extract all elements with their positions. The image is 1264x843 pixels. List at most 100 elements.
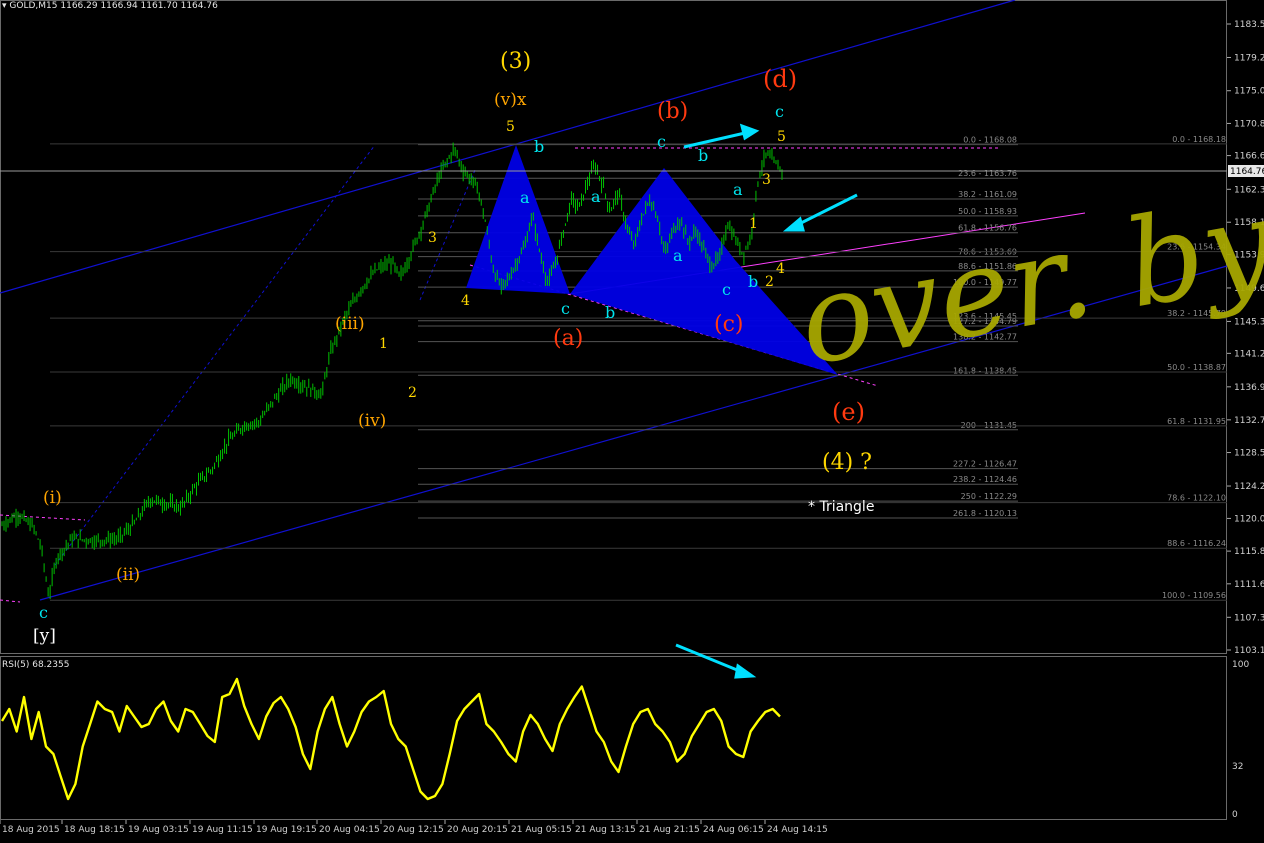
time-tick-label: 21 Aug 13:15 xyxy=(575,825,636,835)
wave-3-right: 3 xyxy=(762,172,771,188)
fib-level-label: 238.2 - 1124.46 xyxy=(953,475,1017,484)
price-axis: 1183.571179.271175.001170.801166.671162.… xyxy=(1227,20,1264,656)
wave-4: (4) ? xyxy=(822,450,872,475)
fib-level-label: 50.0 - 1138.87 xyxy=(1167,363,1226,372)
chart-header: ▾ GOLD,M15 1166.29 1166.94 1161.70 1164.… xyxy=(2,1,218,11)
wave-5-right: 5 xyxy=(777,129,786,145)
price-tick-label: 1166.67 xyxy=(1234,152,1264,162)
price-tick-label: 1136.97 xyxy=(1234,383,1264,393)
wave-1-right: 1 xyxy=(749,216,758,232)
fib-level-label: 0.0 - 1168.18 xyxy=(1172,135,1226,144)
time-tick-label: 20 Aug 12:15 xyxy=(383,825,444,835)
time-tick-label: 19 Aug 19:15 xyxy=(256,825,317,835)
time-tick-label: 18 Aug 2015 xyxy=(2,825,60,835)
fib-level-label: 78.6 - 1122.10 xyxy=(1167,494,1226,503)
fib-level-label: 161.8 - 1138.45 xyxy=(953,366,1017,375)
time-axis: 18 Aug 2015 18 Aug 18:15 19 Aug 03:15 19 Au… xyxy=(0,820,828,835)
wave-c-mid: c xyxy=(657,132,666,151)
header-marker-icon: ▾ xyxy=(2,1,7,11)
fib-level-label: 261.8 - 1120.13 xyxy=(953,509,1017,518)
overlay-handwritten-text: over. by xyxy=(789,173,1264,393)
wave-ii: (ii) xyxy=(116,565,140,585)
time-tick-label: 20 Aug 20:15 xyxy=(447,825,508,835)
fib-level-label: 88.6 - 1116.24 xyxy=(1167,539,1226,548)
wave-a-big: (a) xyxy=(553,326,583,351)
wave-a-1: a xyxy=(520,188,530,207)
fib-level-label: 38.2 - 1161.09 xyxy=(958,190,1017,199)
chart-canvas: 0.0 - 1168.0823.6 - 1163.7638.2 - 1161.0… xyxy=(0,0,1264,835)
price-tick-label: 1120.07 xyxy=(1234,514,1264,524)
wave-c-low: c xyxy=(39,603,48,622)
rsi-panel-frame xyxy=(0,656,1227,820)
price-tick-label: 1103.17 xyxy=(1234,646,1264,656)
wave-1-left: 1 xyxy=(379,336,388,352)
rsi-tick-label: 0 xyxy=(1232,810,1238,820)
wave-b-big: (b) xyxy=(657,99,688,124)
wave-b-1: b xyxy=(534,137,544,156)
wave-5-top: 5 xyxy=(506,119,515,135)
fib-level-label: 61.8 - 1131.95 xyxy=(1167,417,1226,426)
price-tick-label: 1128.53 xyxy=(1234,449,1264,459)
wave-vx: (v)x xyxy=(494,90,527,110)
wave-e-big: (e) xyxy=(832,398,865,426)
time-tick-label: 19 Aug 03:15 xyxy=(128,825,189,835)
price-tick-label: 1145.37 xyxy=(1234,317,1264,327)
fib-level-label: 200 - 1131.45 xyxy=(961,421,1017,430)
wave-a-3: a xyxy=(673,246,683,265)
fib-level-label: 100.0 - 1109.56 xyxy=(1162,591,1226,600)
wave-c-a: c xyxy=(561,299,570,318)
wave-2-right: 2 xyxy=(765,274,774,290)
price-tick-label: 1141.27 xyxy=(1234,349,1264,359)
rsi-tick-label: 100 xyxy=(1232,660,1249,670)
rsi-axis: 100 32 0 xyxy=(1232,660,1249,820)
price-tick-label: 1124.23 xyxy=(1234,482,1264,492)
price-tick-label: 1175.00 xyxy=(1234,87,1264,97)
time-tick-label: 24 Aug 14:15 xyxy=(767,825,828,835)
wave-4-left: 4 xyxy=(461,293,470,309)
wave-a-2: a xyxy=(591,187,601,206)
price-tick-label: 1183.57 xyxy=(1234,20,1264,30)
wave-d: (d) xyxy=(763,65,797,93)
wave-4-right: 4 xyxy=(776,261,785,277)
price-tick-label: 1132.73 xyxy=(1234,416,1264,426)
price-tick-label: 1111.67 xyxy=(1234,580,1264,590)
wave-b-2: b xyxy=(698,146,708,165)
wave-b-4: b xyxy=(748,272,758,291)
rsi-header: RSI(5) 68.2355 xyxy=(2,660,69,670)
wave-c-big: (c) xyxy=(714,312,744,337)
rsi-series xyxy=(0,677,781,801)
fib-level-label: 227.2 - 1126.47 xyxy=(953,460,1017,469)
price-tick-label: 1179.27 xyxy=(1234,53,1264,63)
fib-level-label: 250 - 1122.29 xyxy=(961,492,1017,501)
wave-3: (3) xyxy=(500,49,531,74)
wave-y: [y] xyxy=(33,626,56,646)
fib-level-label: 50.0 - 1158.93 xyxy=(958,207,1017,216)
wave-3-left: 3 xyxy=(428,230,437,246)
wave-2-left: 2 xyxy=(408,385,417,401)
current-price-marker: 1164.76 xyxy=(0,165,1264,177)
fib-level-label: 0.0 - 1168.08 xyxy=(963,136,1017,145)
symbol-label: GOLD,M15 xyxy=(9,1,58,11)
wave-b-3: b xyxy=(605,303,615,322)
ohlc-label: 1166.29 1166.94 1161.70 1164.76 xyxy=(60,1,218,11)
time-tick-label: 21 Aug 21:15 xyxy=(639,825,700,835)
price-tick-label: 1107.37 xyxy=(1234,613,1264,623)
annotation-arrows xyxy=(675,123,858,679)
time-tick-label: 19 Aug 11:15 xyxy=(192,825,253,835)
rsi-tick-label: 32 xyxy=(1232,762,1243,772)
time-tick-label: 20 Aug 04:15 xyxy=(319,825,380,835)
price-tick-label: 1170.80 xyxy=(1234,119,1264,129)
wave-c-top: c xyxy=(775,102,784,121)
wave-i: (i) xyxy=(43,488,62,508)
triangle-note: * Triangle xyxy=(808,499,874,515)
price-tick-label: 1115.87 xyxy=(1234,547,1264,557)
wave-iv: (iv) xyxy=(358,411,386,431)
wave-iii: (iii) xyxy=(335,314,365,334)
time-tick-label: 18 Aug 18:15 xyxy=(64,825,125,835)
wave-c-right: c xyxy=(722,280,731,299)
rsi-line xyxy=(0,677,781,801)
rsi-label: RSI(5) 68.2355 xyxy=(2,660,70,670)
time-tick-label: 21 Aug 05:15 xyxy=(511,825,572,835)
time-tick-label: 24 Aug 06:15 xyxy=(703,825,764,835)
wave-a-4: a xyxy=(733,180,743,199)
